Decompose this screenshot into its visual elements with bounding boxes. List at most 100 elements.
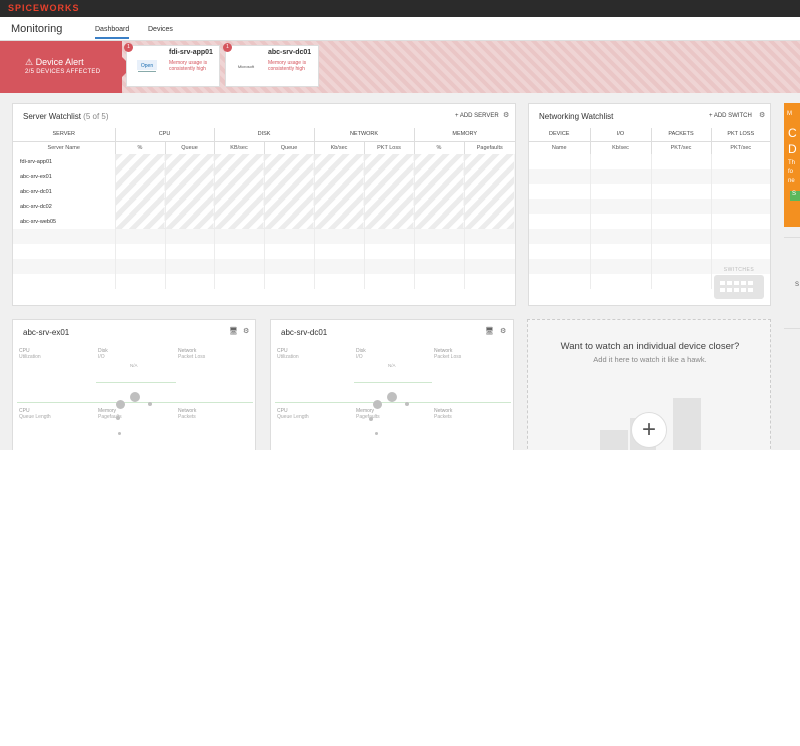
no-data-label: N/A [130, 363, 138, 368]
monitor-icon[interactable]: 🖥 [229, 327, 238, 335]
empty-row [13, 244, 515, 259]
alert-title: ⚠ Device Alert [25, 57, 84, 67]
alert-device-name: fdi-srv-app01 [169, 49, 213, 56]
promo-eyebrow: M [787, 111, 792, 117]
tab-devices[interactable]: Devices [148, 26, 173, 33]
server-watchlist-title: Server Watchlist (5 of 5) [23, 112, 109, 121]
column-header[interactable]: Queue [263, 141, 314, 154]
metric-label: CPU Queue Length [19, 408, 51, 420]
alert-banner: ⚠ Device Alert 2/5 DEVICES AFFECTED 1 Op… [0, 41, 800, 93]
warning-icon: ⚠ [25, 57, 34, 67]
server-watchlist-panel: Server Watchlist (5 of 5) + ADD SERVER ⚙… [12, 103, 516, 306]
column-header[interactable]: Pagefaults [463, 141, 515, 154]
add-switch-button[interactable]: + ADD SWITCH [709, 113, 752, 119]
add-watch-device-panel[interactable]: Want to watch an individual device close… [527, 319, 771, 450]
table-row[interactable]: abc-srv-dc01 [13, 184, 515, 199]
column-header[interactable]: PKT/sec [710, 141, 770, 154]
column-header[interactable]: Name [529, 141, 590, 154]
column-header[interactable]: Kb/sec [313, 141, 364, 154]
server-rack-icon [600, 430, 628, 450]
server-name[interactable]: fdi-srv-app01 [13, 154, 115, 169]
switch-icon [714, 275, 764, 299]
empty-row [529, 199, 770, 214]
open-logo-icon: Open [137, 60, 157, 72]
empty-row [529, 214, 770, 229]
column-header[interactable]: % [413, 141, 464, 154]
gear-icon[interactable]: ⚙ [243, 327, 249, 335]
column-header[interactable]: PKT/sec [650, 141, 711, 154]
table-row[interactable]: abc-srv-dc02 [13, 199, 515, 214]
switches-placeholder: SWITCHES [714, 267, 764, 299]
gear-icon[interactable]: ⚙ [759, 111, 765, 119]
empty-row [529, 184, 770, 199]
column-group-network: NETWORK [313, 128, 414, 142]
loading-dot [387, 392, 397, 402]
loading-dot [130, 392, 140, 402]
column-header[interactable]: % [114, 141, 165, 154]
gear-icon[interactable]: ⚙ [503, 111, 509, 119]
add-server-button[interactable]: + ADD SERVER [455, 113, 499, 119]
metric-label: Network Packets [178, 408, 197, 420]
loading-dot [116, 400, 125, 409]
server-rack-icon [673, 398, 701, 450]
column-header[interactable]: KB/sec [213, 141, 264, 154]
device-widget-title: abc-srv-dc01 [281, 328, 328, 337]
divider [784, 237, 800, 238]
graph-line [275, 402, 511, 403]
column-header[interactable]: Queue [164, 141, 214, 154]
alert-card[interactable]: 1 Microsoft abc-srv-dc01 Memory usage is… [223, 43, 319, 87]
monitor-icon[interactable]: 🖥 [485, 327, 494, 335]
column-header[interactable]: Server Name [13, 141, 115, 154]
graph-line [96, 382, 176, 383]
loading-dot [375, 432, 378, 435]
side-fragment-text: S [795, 282, 800, 288]
gear-icon[interactable]: ⚙ [500, 327, 506, 335]
promo-card[interactable]: M CD Th fo ne S [784, 103, 800, 227]
vendor-logo: Microsoft [232, 56, 260, 76]
networking-watchlist-panel: Networking Watchlist + ADD SWITCH ⚙ DEVI… [528, 103, 771, 306]
metric-label: CPU Utilization [19, 348, 41, 360]
alert-message: Memory usage is consistently high [169, 60, 208, 72]
empty-row [529, 244, 770, 259]
loading-dot [369, 417, 373, 421]
column-header[interactable]: PKT Loss [363, 141, 414, 154]
column-header[interactable]: Kb/sec [589, 141, 651, 154]
empty-row [13, 259, 515, 274]
promo-heading: CD [788, 126, 797, 156]
alert-message: Memory usage is consistently high [268, 60, 307, 72]
loading-dot [405, 402, 409, 406]
microsoft-logo-icon: Microsoft [238, 64, 255, 69]
loading-dot [118, 432, 121, 435]
device-widget: abc-srv-ex01 🖥 ⚙ CPU Utilization Disk I/O … [12, 319, 256, 450]
column-group-cpu: CPU [114, 128, 214, 142]
table-row[interactable]: abc-srv-web05 [13, 214, 515, 229]
column-group-device: DEVICE [529, 128, 590, 142]
promo-button[interactable]: S [790, 191, 800, 201]
column-group-memory: MEMORY [413, 128, 515, 142]
spiceworks-logo[interactable]: SPICEWORKS [8, 3, 80, 13]
graph-line [354, 382, 432, 383]
table-row[interactable]: abc-srv-ex01 [13, 169, 515, 184]
metric-label: Network Packets [434, 408, 453, 420]
device-alert-summary[interactable]: ⚠ Device Alert 2/5 DEVICES AFFECTED [0, 41, 132, 93]
networking-watchlist-table: DEVICE I/O PACKETS PKT LOSS Name Kb/sec … [529, 128, 770, 289]
divider [784, 328, 800, 329]
server-name[interactable]: abc-srv-web05 [13, 214, 115, 229]
server-name[interactable]: abc-srv-dc01 [13, 184, 115, 199]
alert-subtitle: 2/5 DEVICES AFFECTED [25, 69, 101, 75]
tab-dashboard[interactable]: Dashboard [95, 26, 130, 39]
add-device-button[interactable]: + [631, 412, 667, 448]
metric-label: CPU Utilization [277, 348, 299, 360]
metric-label: Network Packet Loss [178, 348, 206, 360]
empty-row [13, 274, 515, 289]
server-name[interactable]: abc-srv-ex01 [13, 169, 115, 184]
svg-text:Open: Open [141, 63, 153, 69]
page-title: Monitoring [11, 23, 63, 35]
table-row[interactable]: fdi-srv-app01 [13, 154, 515, 169]
alert-card[interactable]: 1 Open fdi-srv-app01 Memory usage is con… [124, 43, 220, 87]
promo-body: Th fo ne [788, 160, 796, 184]
metric-label: Disk I/O [356, 348, 366, 360]
column-group-server: SERVER [13, 128, 115, 142]
server-name[interactable]: abc-srv-dc02 [13, 199, 115, 214]
watch-prompt-heading: Want to watch an individual device close… [560, 341, 740, 352]
